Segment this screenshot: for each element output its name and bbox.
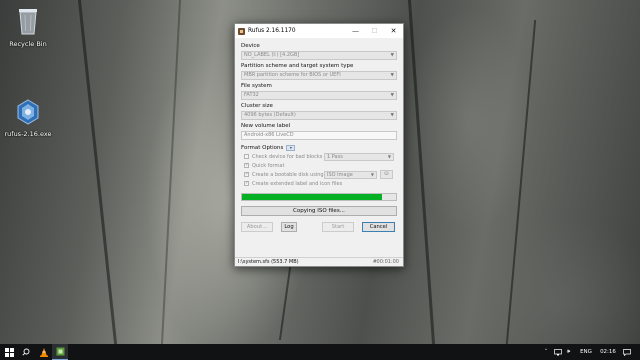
elapsed-timer: 00:01:00 xyxy=(376,259,399,265)
filesystem-value: FAT32 xyxy=(244,92,259,98)
close-button[interactable]: ✕ xyxy=(384,24,403,38)
partition-label: Partition scheme and target system type xyxy=(241,63,354,69)
bootable-checkbox[interactable] xyxy=(244,171,249,177)
chevron-down-icon: ▼ xyxy=(390,73,394,78)
minimize-button[interactable]: — xyxy=(346,24,365,38)
passes-value: 1 Pass xyxy=(327,153,343,160)
taskbar-rufus[interactable] xyxy=(52,344,68,360)
status-bar: I:\system.sfs (553.7 MB) # 00:01:00 xyxy=(235,257,403,266)
rufus-window: Rufus 2.16.1170 — ☐ ✕ Device NO_LABEL (I… xyxy=(234,23,404,267)
chevron-down-icon: ▼ xyxy=(390,53,394,58)
volume-label-input[interactable]: Android-x86 LiveCD xyxy=(241,131,397,140)
taskbar: ˄ 🕪 ENG 02:16 xyxy=(0,344,640,360)
cluster-value: 4096 bytes (Default) xyxy=(244,112,296,118)
desktop-icon-label: rufus-2.16.exe xyxy=(4,130,52,138)
disc-drive-icon: ⛁ xyxy=(384,171,389,177)
window-titlebar[interactable]: Rufus 2.16.1170 — ☐ ✕ xyxy=(235,24,403,38)
volume-label: New volume label xyxy=(241,123,291,129)
extended-label-checkbox[interactable] xyxy=(244,180,249,186)
desktop-icon-rufus-exe[interactable]: rufus-2.16.exe xyxy=(2,98,54,138)
windows-logo-icon xyxy=(4,347,14,357)
chevron-down-icon: ▼ xyxy=(390,113,394,118)
clock-time: 02:16 xyxy=(600,349,616,355)
format-options-toggle[interactable]: ▾ xyxy=(286,145,296,151)
recycle-bin-icon xyxy=(2,6,54,38)
bad-blocks-passes-select[interactable]: 1 Pass ▼ xyxy=(324,152,394,161)
log-button[interactable]: Log xyxy=(281,222,297,232)
status-bar-text: I:\system.sfs (553.7 MB) xyxy=(238,259,299,265)
taskbar-vlc[interactable] xyxy=(36,344,52,360)
extended-label-label: Create extended label and icon files xyxy=(252,180,343,187)
format-options-heading: Format Options xyxy=(241,145,284,151)
chevron-down-icon: ▼ xyxy=(390,93,394,98)
start-button-windows[interactable] xyxy=(0,344,18,360)
network-icon[interactable] xyxy=(552,344,563,360)
device-value: NO_LABEL (I:) [4.2GB] xyxy=(244,52,300,58)
language-label: ENG xyxy=(580,349,592,355)
language-indicator[interactable]: ENG xyxy=(576,344,596,360)
partition-value: MBR partition scheme for BIOS or UEFI xyxy=(244,72,341,78)
chevron-down-icon: ▼ xyxy=(370,171,374,177)
filesystem-select[interactable]: FAT32 ▼ xyxy=(241,91,397,100)
partition-select[interactable]: MBR partition scheme for BIOS or UEFI ▼ xyxy=(241,71,397,80)
status-display: Copying ISO files... xyxy=(241,206,397,216)
search-button[interactable] xyxy=(18,344,34,360)
chevron-down-icon: ▼ xyxy=(387,153,391,159)
desktop-icon-recycle-bin[interactable]: Recycle Bin xyxy=(2,6,54,48)
cancel-button[interactable]: Cancel xyxy=(362,222,395,232)
search-icon xyxy=(22,348,30,356)
quick-format-checkbox[interactable] xyxy=(244,162,249,168)
progress-bar xyxy=(241,193,397,201)
clock[interactable]: 02:16 xyxy=(598,344,618,360)
quick-format-label: Quick format xyxy=(252,162,285,169)
tray-chevron-up-icon[interactable]: ˄ xyxy=(540,344,552,360)
rufus-app-icon xyxy=(238,27,245,35)
rufus-app-icon xyxy=(56,347,64,356)
bootable-label: Create a bootable disk using xyxy=(252,171,324,178)
bad-blocks-checkbox[interactable] xyxy=(244,154,249,159)
bad-blocks-label: Check device for bad blocks xyxy=(252,153,323,160)
select-image-button[interactable]: ⛁ xyxy=(380,170,393,179)
image-type-value: ISO Image xyxy=(327,171,353,178)
image-type-select[interactable]: ISO Image ▼ xyxy=(324,170,377,179)
vlc-cone-icon xyxy=(40,347,48,357)
cluster-select[interactable]: 4096 bytes (Default) ▼ xyxy=(241,111,397,120)
device-label: Device xyxy=(241,43,260,49)
cluster-label: Cluster size xyxy=(241,103,273,109)
maximize-button[interactable]: ☐ xyxy=(365,24,384,38)
desktop-icon-label: Recycle Bin xyxy=(9,40,47,48)
window-title: Rufus 2.16.1170 xyxy=(248,28,296,34)
start-button[interactable]: Start xyxy=(322,222,354,232)
progress-fill xyxy=(242,194,383,200)
filesystem-label: File system xyxy=(241,83,272,89)
rufus-exe-icon xyxy=(2,98,54,128)
device-select[interactable]: NO_LABEL (I:) [4.2GB] ▼ xyxy=(241,51,397,60)
volume-icon[interactable]: 🕪 xyxy=(563,344,574,360)
about-button[interactable]: About... xyxy=(241,222,273,232)
notification-center-icon[interactable] xyxy=(620,344,634,360)
